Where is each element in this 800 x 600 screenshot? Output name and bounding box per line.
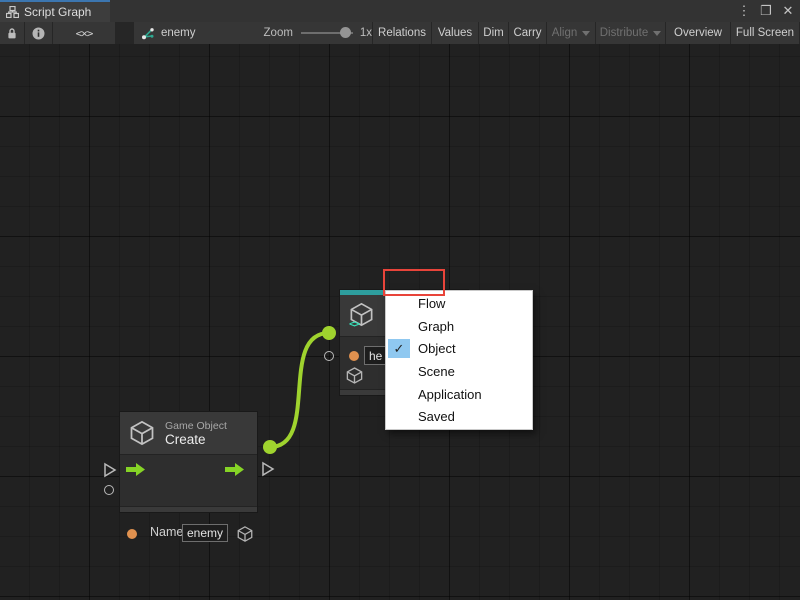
relations-button[interactable]: Relations [373,22,431,44]
menu-item-saved[interactable]: ✓ Saved [386,405,532,428]
close-icon[interactable]: ✕ [780,0,796,22]
check-icon: ✓ [388,339,410,358]
cube-icon [128,419,156,447]
zoom-slider-handle[interactable] [340,27,351,38]
lock-button[interactable] [0,22,24,44]
variable-angle-brackets-icon: <> [349,319,359,330]
overview-button[interactable]: Overview [666,22,730,44]
chevron-down-icon [653,31,661,36]
zoom-label: Zoom [264,27,293,39]
graph-icon [141,27,155,40]
create-node[interactable]: Game Object Create Name enemy [120,412,257,512]
menu-item-flow[interactable]: ✓ Flow [386,292,532,315]
create-node-header: Game Object Create [120,412,257,455]
maximize-icon[interactable]: ❐ [758,0,774,22]
code-view-button[interactable]: <×> [53,22,115,44]
flow-out-arrow-icon [225,463,245,476]
lock-icon [6,27,18,40]
carry-button[interactable]: Carry [509,22,546,44]
info-button[interactable] [25,22,52,44]
variable-kind-menu: ✓ Flow ✓ Graph ✓ Object ✓ Scene ✓ Applic… [385,290,533,430]
values-button[interactable]: Values [432,22,478,44]
chevron-down-icon [582,31,590,36]
wire-target-dot [322,326,336,340]
graph-toolbar: <×> enemy Zoom 1x Relations Values Dim C… [0,22,800,44]
align-button[interactable]: Align [547,22,595,44]
code-icon: <×> [76,27,93,40]
graph-breadcrumb-zoom-cell: enemy Zoom 1x [134,22,372,44]
graph-name-breadcrumb[interactable]: enemy [161,27,196,39]
name-input[interactable]: enemy [182,524,228,542]
flow-input-port[interactable] [103,462,117,478]
script-graph-window: Script Graph ⋮ ❐ ✕ [0,0,800,600]
create-node-subtitle: Game Object [165,420,227,432]
distribute-button[interactable]: Distribute [596,22,665,44]
script-graph-icon [6,6,19,18]
menu-item-scene[interactable]: ✓ Scene [386,360,532,383]
flow-in-arrow-icon [126,463,146,476]
title-bar: Script Graph ⋮ ❐ ✕ [0,0,800,22]
wire-source-dot [263,440,277,454]
variable-name-port-dot [349,351,359,361]
create-node-body: Name enemy [120,455,257,506]
menu-item-object[interactable]: ✓ Object [386,337,532,360]
create-node-title: Create [165,432,227,447]
variable-name-input-port[interactable] [324,351,334,361]
tab-label: Script Graph [24,5,91,19]
zoom-slider[interactable] [301,32,353,34]
full-screen-button[interactable]: Full Screen [731,22,799,44]
create-node-footer [120,506,257,512]
zoom-value: 1x [360,27,372,39]
menu-item-application[interactable]: ✓ Application [386,383,532,406]
dim-button[interactable]: Dim [479,22,508,44]
window-menu-icon[interactable]: ⋮ [736,0,752,22]
game-object-port-cube-icon [236,525,254,543]
variable-value-port-cube-icon [345,366,364,385]
name-value-port-dot [127,529,137,539]
name-input-port[interactable] [104,485,114,495]
info-icon [32,27,45,40]
menu-item-graph[interactable]: ✓ Graph [386,315,532,338]
toolbar-gap [116,22,133,44]
name-port-label: Name [150,525,183,539]
flow-output-port[interactable] [261,461,275,477]
tab-script-graph[interactable]: Script Graph [0,0,110,22]
